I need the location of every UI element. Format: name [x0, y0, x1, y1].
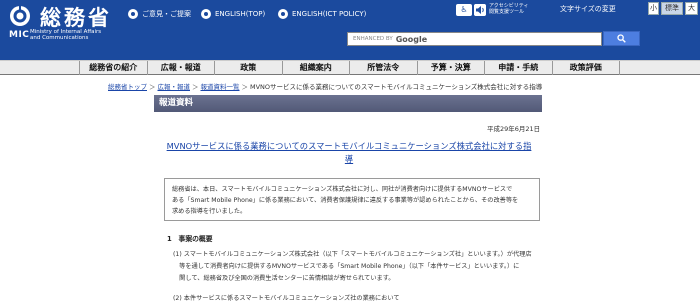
accessibility-text-line2: 閲覧支援ツール [489, 9, 525, 15]
summary-line2: ある「Smart Mobile Phone」に係る業務において、消費者保護規律に… [172, 197, 519, 204]
search-button[interactable] [603, 31, 640, 46]
global-nav-items: 総務省の紹介 広報・報道 政策 組織案内 所管法令 予算・決算 申請・手続 政策… [79, 61, 620, 75]
summary-line3: 求める指導を行いました。 [172, 208, 247, 215]
breadcrumb-current: MVNOサービスに係る業務についてのスマートモバイルコミュニケーションズ株式会社… [250, 83, 543, 91]
page-title: MVNOサービスに係る業務についてのスマートモバイルコミュニケーションズ株式会社… [150, 140, 548, 166]
logo-abbrev: MIC [9, 30, 30, 40]
radio-bullet-icon [278, 9, 288, 19]
english-top-link-label: ENGLISH(TOP) [215, 10, 266, 18]
paragraph-line: 等を通して消費者向けに提供するMVNOサービスである「Smart Mobile … [173, 263, 520, 270]
release-date: 平成29年6月21日 [487, 125, 541, 133]
nav-item-press[interactable]: 広報・報道 [148, 61, 215, 75]
english-ict-link-label: ENGLISH(ICT POLICY) [292, 10, 367, 18]
logo-english-line2: and Communications [30, 35, 89, 41]
site-header: 総務省 MIC Ministry of Internal Affairs and… [0, 0, 700, 60]
english-ict-link[interactable]: ENGLISH(ICT POLICY) [278, 8, 366, 20]
breadcrumb-press[interactable]: 広報・報道 [158, 83, 191, 91]
page-title-line1: MVNOサービスに係る業務についてのスマートモバイルコミュニケーションズ株式会社… [166, 141, 532, 151]
radio-bullet-icon [128, 9, 138, 19]
accessibility-tool-link[interactable]: アクセシビリティ 閲覧支援ツール [489, 3, 528, 15]
section-heading: 1 事案の概要 [167, 235, 213, 243]
breadcrumb: 総務省トップ＞広報・報道＞報道資料一覧＞ MVNOサービスに係る業務についてのスマ… [108, 81, 542, 91]
nav-item-organization[interactable]: 組織案内 [283, 61, 350, 75]
paragraph-line: (2) 本件サービスに係るスマートモバイルコミュニケーションズ社の業務において [173, 295, 400, 302]
logo-title[interactable]: 総務省 [40, 2, 112, 32]
breadcrumb-separator: ＞ [241, 83, 249, 91]
summary-box: 総務省は、本日、スマートモバイルコミュニケーションズ株式会社に対し、同社が消費者… [164, 178, 540, 221]
font-size-standard-button[interactable]: 標準 [661, 2, 683, 15]
section-title-bar: 報道資料 [154, 95, 542, 112]
accessibility-logo-icon[interactable]: ♿ [456, 4, 472, 16]
mic-emblem-icon [10, 5, 30, 26]
search-enhanced-label: ENHANCED BY [353, 36, 393, 42]
paragraph-line: (1) スマートモバイルコミュニケーションズ株式会社（以下「スマートモバイルコミ… [173, 251, 532, 258]
nav-item-policy[interactable]: 政策 [215, 61, 283, 75]
search-google-label: Google [395, 34, 428, 44]
feedback-link-label: ご意見・ご提案 [142, 10, 191, 18]
feedback-link[interactable]: ご意見・ご提案 [128, 8, 191, 20]
font-size-small-button[interactable]: 小 [648, 2, 659, 15]
nav-item-laws[interactable]: 所管法令 [350, 61, 418, 75]
global-nav: 総務省の紹介 広報・報道 政策 組織案内 所管法令 予算・決算 申請・手続 政策… [0, 60, 700, 75]
search-icon [617, 34, 626, 43]
search-input[interactable]: ENHANCED BY Google [347, 32, 602, 46]
nav-item-about[interactable]: 総務省の紹介 [80, 61, 148, 75]
paragraph-line: 関して、総務省及び全国の消費生活センターに苦情相談が寄せられています。 [173, 275, 395, 282]
nav-item-budget[interactable]: 予算・決算 [418, 61, 485, 75]
nav-item-applications[interactable]: 申請・手続 [485, 61, 553, 75]
page-title-line2: 導 [344, 154, 354, 164]
breadcrumb-press-list[interactable]: 報道資料一覧 [201, 83, 240, 91]
breadcrumb-home[interactable]: 総務省トップ [108, 83, 147, 91]
font-size-label: 文字サイズの変更 [560, 5, 616, 13]
english-top-link[interactable]: ENGLISH(TOP) [201, 8, 265, 20]
radio-bullet-icon [201, 9, 211, 19]
summary-line1: 総務省は、本日、スマートモバイルコミュニケーションズ株式会社に対し、同社が消費者… [172, 186, 513, 193]
breadcrumb-separator: ＞ [192, 83, 199, 91]
nav-item-evaluation[interactable]: 政策評価 [553, 61, 620, 75]
speaker-icon[interactable] [474, 4, 486, 16]
font-size-large-button[interactable]: 大 [685, 2, 698, 15]
breadcrumb-separator: ＞ [149, 83, 156, 91]
